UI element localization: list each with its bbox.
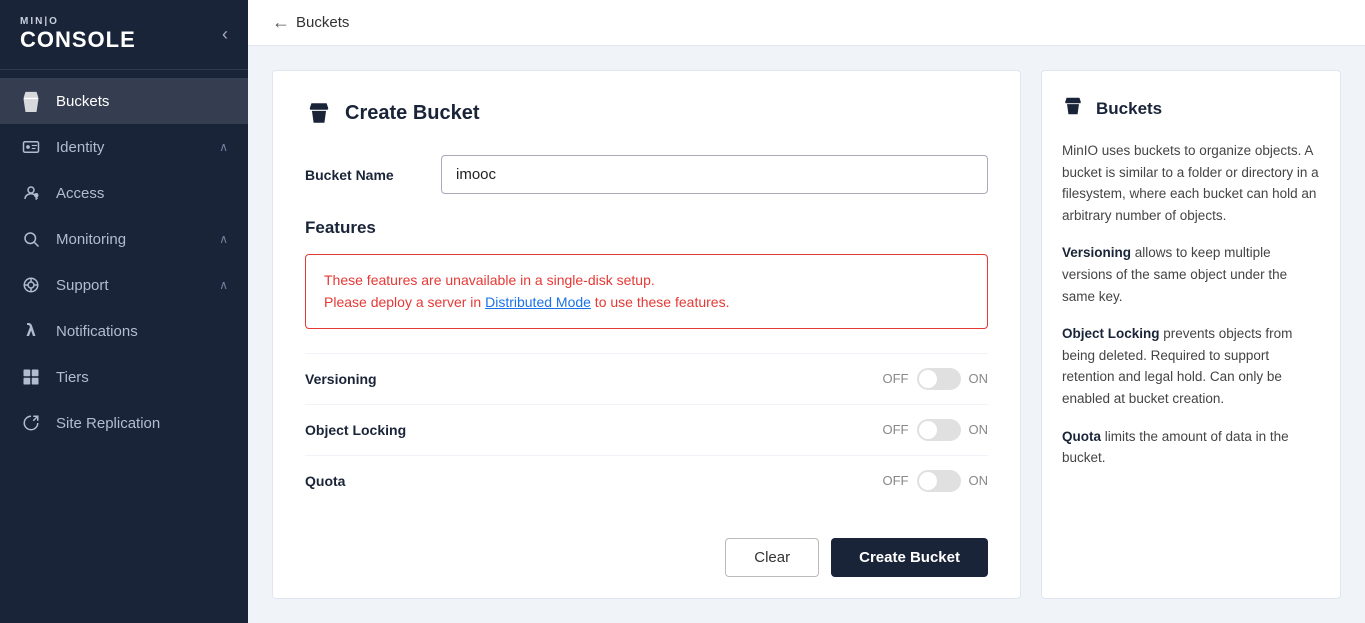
notifications-icon: λ xyxy=(20,320,42,342)
create-bucket-button[interactable]: Create Bucket xyxy=(831,538,988,577)
back-button[interactable]: ← Buckets xyxy=(272,12,349,33)
back-label: Buckets xyxy=(296,14,349,31)
site-replication-icon xyxy=(20,412,42,434)
info-panel: Buckets MinIO uses buckets to organize o… xyxy=(1041,70,1341,599)
sidebar-collapse-button[interactable]: ‹ xyxy=(222,24,228,45)
quota-off-label: OFF xyxy=(883,473,909,488)
quota-row: Quota OFF ON xyxy=(305,455,988,506)
content-area: Create Bucket Bucket Name Features These… xyxy=(248,46,1365,623)
distributed-mode-link[interactable]: Distributed Mode xyxy=(485,294,591,310)
logo-console: CONSOLE xyxy=(20,27,136,53)
features-title: Features xyxy=(305,218,988,238)
logo-mini: MIN|O xyxy=(20,16,136,27)
object-locking-label: Object Locking xyxy=(305,422,465,438)
support-icon xyxy=(20,274,42,296)
sidebar-item-label-site-replication: Site Replication xyxy=(56,415,228,432)
warning-box: These features are unavailable in a sing… xyxy=(305,254,988,329)
main-content: ← Buckets Create Bucket Bucket Name xyxy=(248,0,1365,623)
sidebar-logo: MIN|O CONSOLE ‹ xyxy=(0,0,248,70)
sidebar-item-identity[interactable]: Identity ∧ xyxy=(0,124,248,170)
sidebar-item-buckets[interactable]: Buckets xyxy=(0,78,248,124)
buckets-icon xyxy=(20,90,42,112)
warning-text: These features are unavailable in a sing… xyxy=(324,269,969,314)
sidebar-item-monitoring[interactable]: Monitoring ∧ xyxy=(0,216,248,262)
sidebar-item-label-identity: Identity xyxy=(56,139,219,156)
tiers-icon xyxy=(20,366,42,388)
sidebar-item-label-monitoring: Monitoring xyxy=(56,231,219,248)
sidebar: MIN|O CONSOLE ‹ Buckets xyxy=(0,0,248,623)
object-locking-toggle-group: OFF ON xyxy=(883,419,989,441)
bucket-name-input[interactable] xyxy=(441,155,988,194)
versioning-toggle-group: OFF ON xyxy=(883,368,989,390)
identity-icon xyxy=(20,136,42,158)
info-para-1: MinIO uses buckets to organize objects. … xyxy=(1062,140,1320,226)
monitoring-icon xyxy=(20,228,42,250)
quota-bold: Quota xyxy=(1062,429,1101,444)
quota-label: Quota xyxy=(305,473,465,489)
object-locking-off-label: OFF xyxy=(883,422,909,437)
card-title: Create Bucket xyxy=(305,99,988,127)
object-locking-bold: Object Locking xyxy=(1062,326,1160,341)
info-title-text: Buckets xyxy=(1096,99,1162,119)
quota-toggle[interactable] xyxy=(917,470,961,492)
button-row: Clear Create Bucket xyxy=(305,538,988,577)
info-panel-title: Buckets xyxy=(1062,95,1320,122)
sidebar-nav: Buckets Identity ∧ xyxy=(0,70,248,623)
monitoring-arrow-icon: ∧ xyxy=(219,232,228,246)
support-arrow-icon: ∧ xyxy=(219,278,228,292)
versioning-toggle[interactable] xyxy=(917,368,961,390)
quota-toggle-group: OFF ON xyxy=(883,470,989,492)
versioning-bold: Versioning xyxy=(1062,245,1131,260)
info-para-4: Quota limits the amount of data in the b… xyxy=(1062,426,1320,469)
create-bucket-card: Create Bucket Bucket Name Features These… xyxy=(272,70,1021,599)
bucket-title-icon xyxy=(305,99,333,127)
back-arrow-icon: ← xyxy=(272,12,290,33)
quota-on-label: ON xyxy=(969,473,989,488)
object-locking-on-label: ON xyxy=(969,422,989,437)
object-locking-row: Object Locking OFF ON xyxy=(305,404,988,455)
sidebar-item-access[interactable]: Access xyxy=(0,170,248,216)
info-bucket-icon xyxy=(1062,95,1084,122)
object-locking-toggle[interactable] xyxy=(917,419,961,441)
info-para-3: Object Locking prevents objects from bei… xyxy=(1062,323,1320,409)
bucket-name-label: Bucket Name xyxy=(305,167,425,183)
warning-line1: These features are unavailable in a sing… xyxy=(324,272,655,288)
identity-arrow-icon: ∧ xyxy=(219,140,228,154)
sidebar-item-support[interactable]: Support ∧ xyxy=(0,262,248,308)
sidebar-item-site-replication[interactable]: Site Replication xyxy=(0,400,248,446)
sidebar-item-label-notifications: Notifications xyxy=(56,323,228,340)
warning-line2-prefix: Please deploy a server in xyxy=(324,294,485,310)
info-para-2: Versioning allows to keep multiple versi… xyxy=(1062,242,1320,307)
sidebar-item-label-access: Access xyxy=(56,185,228,202)
versioning-row: Versioning OFF ON xyxy=(305,353,988,404)
sidebar-item-notifications[interactable]: λ Notifications xyxy=(0,308,248,354)
warning-line3-suffix: to use these features. xyxy=(591,294,730,310)
clear-button[interactable]: Clear xyxy=(725,538,819,577)
topbar: ← Buckets xyxy=(248,0,1365,46)
sidebar-item-label-buckets: Buckets xyxy=(56,93,228,110)
sidebar-item-label-support: Support xyxy=(56,277,219,294)
bucket-name-row: Bucket Name xyxy=(305,155,988,194)
versioning-off-label: OFF xyxy=(883,371,909,386)
card-title-text: Create Bucket xyxy=(345,102,480,125)
versioning-on-label: ON xyxy=(969,371,989,386)
versioning-label: Versioning xyxy=(305,371,465,387)
sidebar-item-label-tiers: Tiers xyxy=(56,369,228,386)
sidebar-item-tiers[interactable]: Tiers xyxy=(0,354,248,400)
access-icon xyxy=(20,182,42,204)
